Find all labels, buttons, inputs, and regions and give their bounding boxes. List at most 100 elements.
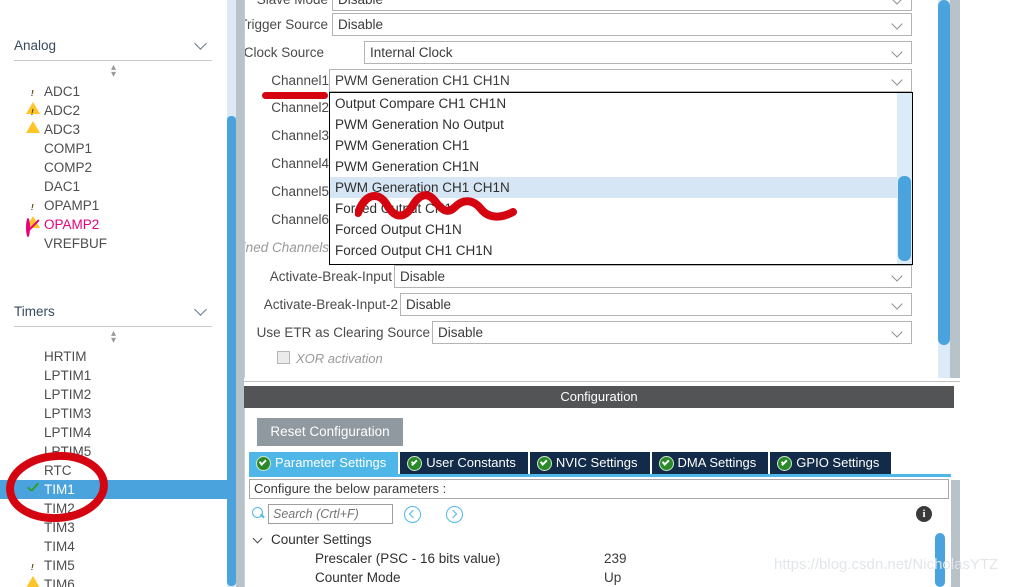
sidebar-item-opamp1[interactable]: OPAMP1 <box>0 196 227 228</box>
combo-clock-source[interactable]: Internal Clock <box>364 41 912 64</box>
dropdown-option[interactable]: PWM Generation No Output <box>330 114 912 135</box>
sidebar-item-tim3[interactable]: TIM3 <box>0 518 227 537</box>
sidebar-item-label: TIM2 <box>44 501 75 516</box>
sidebar-item-tim6[interactable]: TIM6 <box>0 575 227 587</box>
sidebar-item-label: TIM1 <box>44 482 75 497</box>
timers-scroll-spinner[interactable] <box>0 330 227 344</box>
sidebar-section-title-timers: Timers <box>14 303 55 319</box>
combo-trigger-source[interactable]: Disable <box>332 13 912 36</box>
dropdown-option[interactable]: PWM Generation CH1 <box>330 135 912 156</box>
sidebar-item-label: LPTIM5 <box>44 444 92 459</box>
tab-parameter-settings[interactable]: Parameter Settings <box>249 452 399 474</box>
combo-slave-mode[interactable]: Disable <box>332 0 912 11</box>
sidebar-item-vrefbuf[interactable]: VREFBUF <box>0 234 227 253</box>
dropdown-option[interactable]: Forced Output CH1N <box>330 219 912 240</box>
watermark-text: https://blog.csdn.net/NicholasYTZ <box>774 556 999 573</box>
analog-item-list[interactable]: ADC1 ADC2 ADC3 COMP1 COMP2 DAC1 OPAMP1 O… <box>0 82 227 253</box>
sidebar-item-label: LPTIM4 <box>44 425 92 440</box>
parameter-name: Prescaler (PSC - 16 bits value) <box>315 551 501 566</box>
checkbox-xor-activation[interactable] <box>277 351 290 364</box>
tab-dma-settings[interactable]: DMA Settings <box>651 452 769 474</box>
combo-activate-break-input[interactable]: Disable <box>394 265 912 288</box>
check-icon <box>26 482 41 497</box>
parameter-value[interactable]: 239 <box>604 549 627 568</box>
tab-gpio-settings[interactable]: GPIO Settings <box>770 452 892 474</box>
sidebar-item-lptim4[interactable]: LPTIM4 <box>0 423 227 442</box>
analog-scroll-spinner[interactable] <box>0 64 227 78</box>
sidebar-section-header-analog[interactable]: Analog <box>14 30 212 61</box>
sidebar-item-label: TIM5 <box>44 558 75 573</box>
chevron-down-icon <box>254 535 264 545</box>
tab-user-constants[interactable]: User Constants <box>400 452 528 474</box>
search-icon <box>252 507 265 520</box>
dropdown-scrollbar-thumb[interactable] <box>898 176 911 261</box>
sidebar-item-lptim3[interactable]: LPTIM3 <box>0 404 227 423</box>
warning-icon <box>26 198 41 228</box>
mode-panel-right-gutter <box>950 0 960 381</box>
dropdown-option[interactable]: Output Compare CH1 CH1N <box>330 93 912 114</box>
chevron-down-icon <box>195 37 212 53</box>
sidebar-item-lptim2[interactable]: LPTIM2 <box>0 385 227 404</box>
sidebar-item-opamp2[interactable]: OPAMP2 <box>0 215 227 237</box>
sidebar-item-dac1[interactable]: DAC1 <box>0 177 227 196</box>
sidebar-item-lptim5[interactable]: LPTIM5 <box>0 442 227 461</box>
forbidden-icon <box>26 217 41 237</box>
configuration-tabs[interactable]: Parameter Settings User Constants NVIC S… <box>249 452 951 474</box>
mode-panel-bottom-edge <box>244 378 960 382</box>
combo-activate-break-input-2[interactable]: Disable <box>400 293 912 316</box>
chevron-down-icon <box>195 303 212 319</box>
reset-configuration-button[interactable]: Reset Configuration <box>257 418 403 446</box>
sidebar-item-adc3[interactable]: ADC3 <box>0 120 227 139</box>
tab-nvic-settings[interactable]: NVIC Settings <box>529 452 650 474</box>
sidebar-item-adc2[interactable]: ADC2 <box>0 101 227 133</box>
dropdown-option[interactable]: Forced Output CH1 <box>330 198 912 219</box>
sidebar-section-header-timers[interactable]: Timers <box>14 296 212 327</box>
dropdown-option[interactable]: PWM Generation CH1N <box>330 156 912 177</box>
next-match-button[interactable] <box>446 506 463 523</box>
sidebar-item-tim2[interactable]: TIM2 <box>0 499 227 518</box>
sidebar-item-label: HRTIM <box>44 349 87 364</box>
channel1-dropdown-list[interactable]: Output Compare CH1 CH1N PWM Generation N… <box>329 92 913 265</box>
parameter-search-row <box>249 503 949 527</box>
sidebar-item-tim4[interactable]: TIM4 <box>0 537 227 556</box>
row-use-etr-clearing-source: Use ETR as Clearing Source Disable <box>244 321 960 345</box>
row-activate-break-input-2: Activate-Break-Input-2 Disable <box>244 293 960 317</box>
sidebar-scrollbar-thumb[interactable] <box>227 116 236 586</box>
xor-activation-row[interactable]: XOR activation <box>277 351 383 366</box>
parameter-value[interactable]: Up <box>604 568 621 587</box>
warning-icon <box>26 558 41 587</box>
dropdown-option[interactable]: Forced Output CH1 CH1N <box>330 240 912 261</box>
chevron-down-icon <box>893 0 904 6</box>
sidebar-item-rtc[interactable]: RTC <box>0 461 227 480</box>
sidebar-item-label: LPTIM2 <box>44 387 92 402</box>
info-icon[interactable] <box>916 506 932 522</box>
previous-match-button[interactable] <box>404 506 421 523</box>
label-channel3: Channel3 <box>271 128 329 143</box>
sidebar-item-tim5[interactable]: TIM5 <box>0 556 227 587</box>
search-input[interactable] <box>268 504 393 524</box>
mode-panel-scrollbar-thumb[interactable] <box>938 0 950 345</box>
sidebar-item-tim1[interactable]: TIM1 <box>0 480 227 499</box>
sidebar-item-comp1[interactable]: COMP1 <box>0 139 227 158</box>
mode-panel-left-border <box>244 0 245 381</box>
timers-item-list[interactable]: HRTIM LPTIM1 LPTIM2 LPTIM3 LPTIM4 LPTIM5… <box>0 347 227 587</box>
label-combined-channels: Combined Channels <box>244 240 329 255</box>
annotation-red-underline <box>262 92 328 99</box>
sidebar-item-adc1[interactable]: ADC1 <box>0 82 227 114</box>
parameter-group-counter-settings[interactable]: Counter Settings <box>249 530 949 549</box>
xor-activation-label: XOR activation <box>296 351 383 366</box>
dropdown-option-selected[interactable]: PWM Generation CH1 CH1N <box>330 177 912 198</box>
sidebar-item-label: OPAMP2 <box>44 217 100 232</box>
sidebar-item-lptim1[interactable]: LPTIM1 <box>0 366 227 385</box>
chevron-down-icon <box>893 48 904 59</box>
window-right-margin <box>960 0 1020 587</box>
label-slave-mode: Slave Mode <box>257 0 328 12</box>
combo-use-etr-clearing-source[interactable]: Disable <box>432 321 912 344</box>
label-channel6: Channel6 <box>271 212 329 227</box>
label-use-etr-clearing-source: Use ETR as Clearing Source <box>256 325 430 340</box>
combo-channel1[interactable]: PWM Generation CH1 CH1N <box>329 69 912 92</box>
sidebar-item-comp2[interactable]: COMP2 <box>0 158 227 177</box>
combo-value: Internal Clock <box>370 45 453 60</box>
sidebar-item-hrtim[interactable]: HRTIM <box>0 347 227 366</box>
peripheral-sidebar[interactable]: Analog ADC1 ADC2 ADC3 COMP1 COMP2 DAC1 O… <box>0 0 227 587</box>
